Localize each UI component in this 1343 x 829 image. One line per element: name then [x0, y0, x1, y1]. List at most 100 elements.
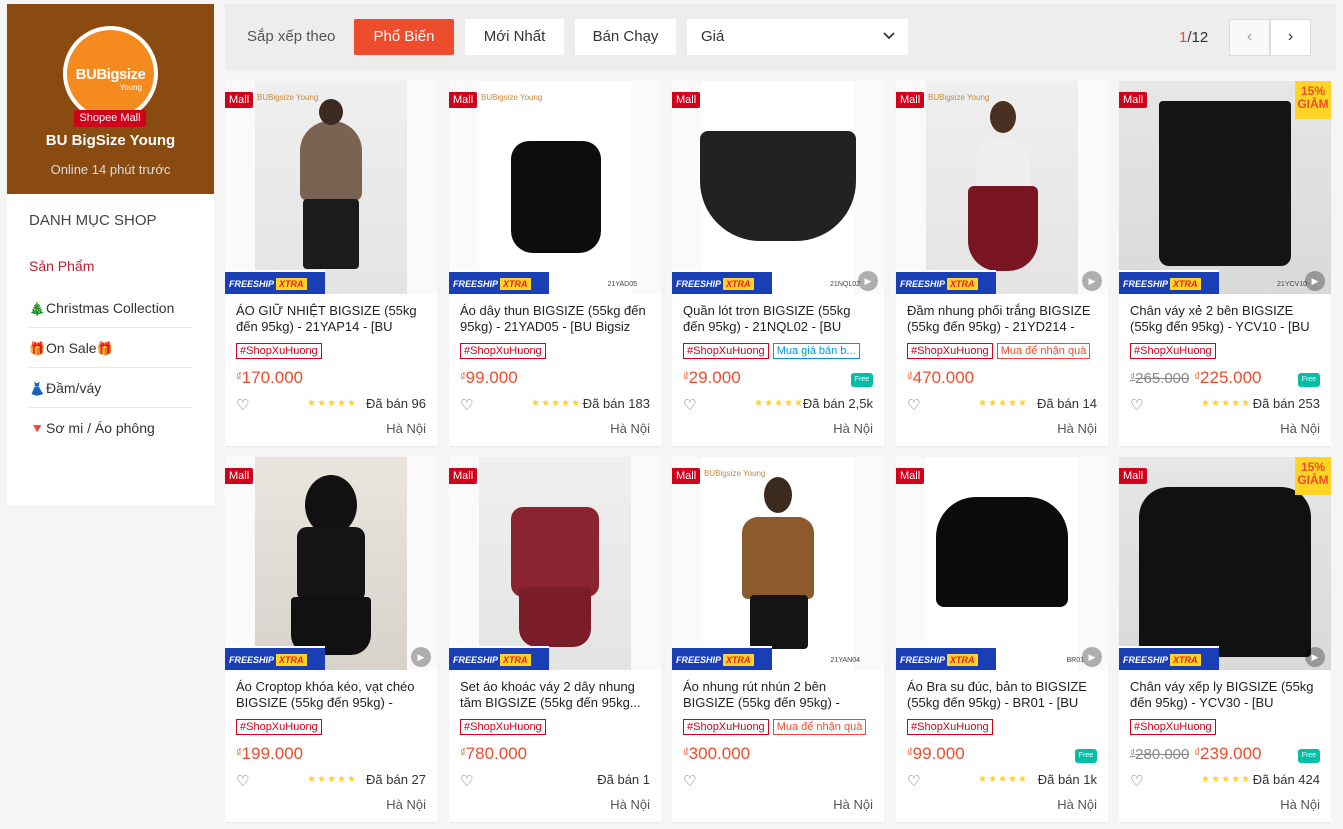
product-tags: #ShopXuHuong Mua để nhận quà	[683, 717, 873, 739]
rating-stars: ★★★★★	[307, 774, 357, 785]
product-tags: #ShopXuHuong Mua để nhận quà	[907, 341, 1097, 363]
product-info: Chân váy xếp ly BIGSIZE (55kg đến 95kg) …	[1119, 670, 1331, 816]
promo-tag: Mua để nhận quà	[772, 719, 867, 735]
product-image[interactable]: Mall BR01 FREESHIP XTRA ▶	[896, 457, 1108, 670]
heart-icon[interactable]: ♡	[236, 396, 249, 414]
heart-icon[interactable]: ♡	[907, 396, 920, 414]
product-title[interactable]: Chân váy xẻ 2 bên BIGSIZE (55kg đến 95kg…	[1130, 303, 1320, 335]
product-title[interactable]: Áo Bra su đúc, bản to BIGSIZE (55kg đến …	[907, 679, 1097, 711]
category-dresses[interactable]: 👗Đầm/váy	[29, 368, 192, 408]
sort-bestseller-button[interactable]: Bán Chạy	[575, 19, 676, 55]
product-price: ₫29.000	[683, 368, 741, 387]
product-tags: #ShopXuHuong	[236, 341, 426, 363]
heart-icon[interactable]: ♡	[907, 772, 920, 790]
free-shipping-truck-icon: Free	[1298, 749, 1320, 763]
product-photo	[255, 81, 407, 294]
mall-tag: Mall	[672, 92, 701, 108]
trend-tag: #ShopXuHuong	[460, 343, 546, 359]
product-location: Hà Nội	[1280, 421, 1320, 436]
product-card[interactable]: Mall FREESHIP XTRA ▶ Áo Croptop khóa kéo,…	[225, 457, 437, 822]
price-row: ₫470.000	[907, 368, 1097, 396]
product-price: ₫199.000	[236, 744, 304, 763]
product-card[interactable]: Mall BUBigsize Young FREESHIP XTRA ▶ Đầm …	[896, 81, 1108, 446]
meta-row: ♡ ★★★★★ Đã bán 183	[460, 396, 650, 418]
product-image[interactable]: Mall 15% GIẢM FREESHIP XTRA ▶	[1119, 457, 1331, 670]
product-card[interactable]: Mall BR01 FREESHIP XTRA ▶ Áo Bra su đúc, …	[896, 457, 1108, 822]
christmas-tree-icon: 🎄	[29, 301, 46, 316]
product-card[interactable]: Mall BUBigsize Young FREESHIP XTRA ÁO GIỮ…	[225, 81, 437, 446]
rating-stars: ★★★★★	[978, 398, 1028, 409]
product-image[interactable]: Mall BUBigsize Young 21YAN04 FREESHIP XTR…	[672, 457, 884, 670]
product-info: Áo dây thun BIGSIZE (55kg đến 95kg) - 21…	[449, 294, 661, 440]
play-video-icon[interactable]: ▶	[1082, 271, 1102, 291]
freeship-xtra-badge: FREESHIP XTRA	[896, 270, 996, 294]
shopee-mall-badge: Shopee Mall	[74, 110, 146, 127]
product-tags: #ShopXuHuong	[236, 717, 426, 739]
mall-tag: Mall	[896, 468, 925, 484]
play-video-icon[interactable]: ▶	[858, 271, 878, 291]
play-video-icon[interactable]: ▶	[1305, 647, 1325, 667]
product-image[interactable]: Mall BUBigsize Young FREESHIP XTRA	[225, 81, 437, 294]
product-tags: #ShopXuHuong Mua giá bán b...	[683, 341, 873, 363]
garment-shape	[303, 199, 359, 269]
play-video-icon[interactable]: ▶	[1082, 647, 1102, 667]
sort-price-select[interactable]: Giá	[687, 19, 908, 55]
product-location: Hà Nội	[610, 421, 650, 436]
meta-row: ♡ ★★★★★ Đã bán 27	[236, 772, 426, 794]
heart-icon[interactable]: ♡	[460, 396, 473, 414]
garment-shape	[968, 186, 1038, 271]
garment-shape	[511, 141, 601, 253]
product-title[interactable]: ÁO GIỮ NHIỆT BIGSIZE (55kg đến 95kg) - 2…	[236, 303, 426, 335]
product-title[interactable]: Quần lót trơn BIGSIZE (55kg đến 95kg) - …	[683, 303, 873, 335]
next-page-button[interactable]: ›	[1270, 19, 1311, 56]
product-title[interactable]: Áo Croptop khóa kéo, vạt chéo BIGSIZE (5…	[236, 679, 426, 711]
shop-name[interactable]: BU BigSize Young	[7, 132, 214, 149]
heart-icon[interactable]: ♡	[460, 772, 473, 790]
product-location: Hà Nội	[610, 797, 650, 812]
heart-icon[interactable]: ♡	[236, 772, 249, 790]
sort-popular-button[interactable]: Phổ Biến	[354, 19, 454, 55]
product-card[interactable]: Mall BUBigsize Young 21YAD05 FREESHIP XTR…	[449, 81, 661, 446]
play-video-icon[interactable]: ▶	[411, 647, 431, 667]
category-on-sale[interactable]: 🎁On Sale🎁	[29, 328, 192, 368]
price-row: ₫99.000 Free	[907, 744, 1097, 772]
product-card[interactable]: Mall 15% GIẢM FREESHIP XTRA ▶ Chân váy xếp…	[1119, 457, 1331, 822]
chevron-left-icon: ‹	[1246, 28, 1253, 45]
product-card[interactable]: Mall FREESHIP XTRA Set áo khoác váy 2 dây…	[449, 457, 661, 822]
product-image[interactable]: Mall FREESHIP XTRA	[449, 457, 661, 670]
free-shipping-truck-icon: Free	[851, 373, 873, 387]
product-title[interactable]: Áo nhung rút nhún 2 bên BIGSIZE (55kg đế…	[683, 679, 873, 711]
product-card[interactable]: Mall 15% GIẢM 21YCV10 FREESHIP XTRA ▶ Chân…	[1119, 81, 1331, 446]
price-row: ₫780.000	[460, 744, 650, 772]
sold-count: Đã bán 253	[1252, 396, 1320, 411]
product-image[interactable]: Mall BUBigsize Young 21YAD05 FREESHIP XTR…	[449, 81, 661, 294]
product-photo	[926, 81, 1078, 294]
heart-icon[interactable]: ♡	[1130, 772, 1143, 790]
prev-page-button[interactable]: ‹	[1229, 19, 1270, 56]
sort-newest-button[interactable]: Mới Nhất	[465, 19, 564, 55]
product-photo	[479, 81, 631, 294]
category-products[interactable]: Sản Phẩm	[29, 251, 192, 288]
product-card[interactable]: Mall BUBigsize Young 21YAN04 FREESHIP XTR…	[672, 457, 884, 822]
product-sku-label: 21YAD05	[607, 281, 637, 288]
product-title[interactable]: Áo dây thun BIGSIZE (55kg đến 95kg) - 21…	[460, 303, 650, 335]
play-video-icon[interactable]: ▶	[1305, 271, 1325, 291]
shop-card[interactable]: BUBigsize Young Shopee Mall BU BigSize Y…	[7, 4, 214, 194]
category-christmas-collection[interactable]: 🎄Christmas Collection	[29, 288, 192, 328]
product-title[interactable]: Set áo khoác váy 2 dây nhung tăm BIGSIZE…	[460, 679, 650, 711]
trend-tag: #ShopXuHuong	[236, 719, 322, 735]
product-title[interactable]: Đầm nhung phối trắng BIGSIZE (55kg đến 9…	[907, 303, 1097, 335]
shop-avatar[interactable]: BUBigsize Young	[63, 26, 158, 121]
freeship-xtra-badge: FREESHIP XTRA	[1119, 270, 1219, 294]
heart-icon[interactable]: ♡	[683, 772, 696, 790]
product-image[interactable]: Mall 15% GIẢM 21YCV10 FREESHIP XTRA ▶	[1119, 81, 1331, 294]
product-card[interactable]: Mall 21NQL02 FREESHIP XTRA ▶ Quần lót trơ…	[672, 81, 884, 446]
category-shirts[interactable]: 🔻Sơ mi / Áo phông	[29, 408, 192, 448]
heart-icon[interactable]: ♡	[1130, 396, 1143, 414]
heart-icon[interactable]: ♡	[683, 396, 696, 414]
product-image[interactable]: Mall FREESHIP XTRA ▶	[225, 457, 437, 670]
product-title[interactable]: Chân váy xếp ly BIGSIZE (55kg đến 95kg) …	[1130, 679, 1320, 711]
product-image[interactable]: Mall BUBigsize Young FREESHIP XTRA ▶	[896, 81, 1108, 294]
product-image[interactable]: Mall 21NQL02 FREESHIP XTRA ▶	[672, 81, 884, 294]
freeship-xtra-badge: FREESHIP XTRA	[449, 646, 549, 670]
